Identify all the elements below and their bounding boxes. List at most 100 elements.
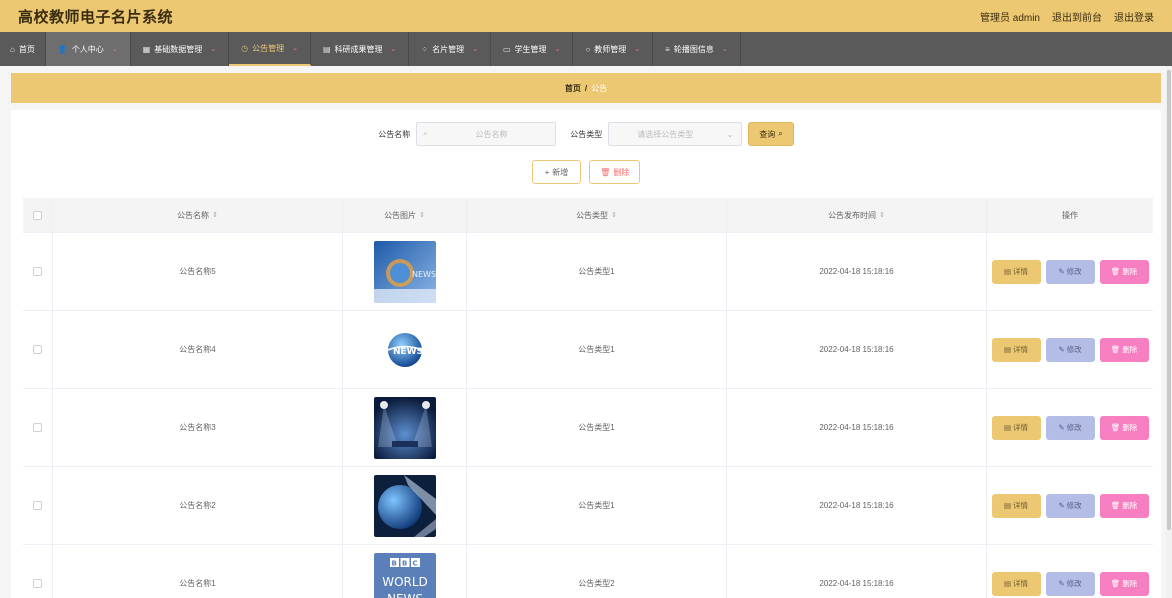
- breadcrumb-separator: /: [584, 83, 588, 93]
- actions-cell: ▤ 详情 ✎ 修改 🗑 删除: [987, 311, 1153, 388]
- delete-button[interactable]: 🗑 删除: [1099, 337, 1149, 362]
- news-studio-image[interactable]: [373, 396, 436, 459]
- name-search-label: 公告名称: [378, 129, 411, 139]
- announcement-table: 公告名称 ⇕ 公告图片 ⇕ 公告类型 ⇕ 公告发布时间 ⇕ 操作 公告名称5 NEWS …: [23, 198, 1153, 598]
- bbc-world-news-image[interactable]: B B C WORLD NEWS: [373, 552, 436, 598]
- edit-button[interactable]: ✎ 修改: [1045, 337, 1095, 362]
- main-content: 公告名称 ⌕ 公告名称 公告类型 请选择公告类型 ⌄ 查询 ⌕ + 新增 🗑 删…: [11, 110, 1161, 598]
- chevron-down-icon: ⌄: [554, 46, 561, 53]
- row-checkbox[interactable]: [33, 345, 42, 354]
- apps-icon: ⁘: [421, 44, 429, 54]
- select-all-cell: [23, 198, 53, 232]
- add-button[interactable]: + 新增: [531, 160, 582, 184]
- document-icon: ▤: [1003, 423, 1012, 432]
- chevron-down-icon: ⌄: [634, 46, 641, 53]
- table-row: 公告名称5 NEWS 公告类型1 2022-04-18 15:18:16 ▤ 详情…: [23, 233, 1153, 311]
- svg-text:WORLD: WORLD: [382, 575, 428, 589]
- news-globe-image[interactable]: NEWS: [373, 318, 436, 381]
- pencil-icon: ✎: [1058, 423, 1065, 432]
- nav-label: 名片管理: [432, 44, 465, 54]
- row-checkbox[interactable]: [33, 423, 42, 432]
- detail-button[interactable]: ▤ 详情: [991, 415, 1041, 440]
- nav-carousel[interactable]: ≡ 轮播图信息 ⌄: [653, 32, 741, 66]
- svg-text:NEWS: NEWS: [412, 270, 436, 279]
- name-search-input[interactable]: ⌕ 公告名称: [416, 122, 557, 146]
- image-cell: [343, 389, 467, 466]
- delete-button[interactable]: 🗑 删除: [1099, 571, 1149, 596]
- edit-label: 修改: [1066, 579, 1082, 588]
- document-icon: ▤: [1003, 501, 1012, 510]
- grid-icon: ▦: [142, 44, 151, 54]
- nav-research[interactable]: ▤ 科研成果管理 ⌄: [311, 32, 410, 66]
- nav-basic-data[interactable]: ▦ 基础数据管理 ⌄: [131, 32, 230, 66]
- top-actions: 管理员 admin 退出到前台 退出登录: [980, 9, 1154, 24]
- announcement-name: 公告名称2: [53, 467, 343, 544]
- column-header[interactable]: 公告名称 ⇕: [53, 198, 343, 232]
- detail-button[interactable]: ▤ 详情: [991, 493, 1041, 518]
- row-select-cell: [23, 545, 53, 598]
- row-checkbox[interactable]: [33, 267, 42, 276]
- column-header[interactable]: 公告发布时间 ⇕: [727, 198, 987, 232]
- trash-icon: 🗑: [1110, 345, 1121, 354]
- delete-label: 删除: [1122, 423, 1138, 432]
- row-select-cell: [23, 233, 53, 310]
- main-nav: ⌂ 首页 👤 个人中心 ⌄ ▦ 基础数据管理 ⌄ ◷ 公告管理 ⌄ ▤ 科研成果…: [0, 32, 1172, 66]
- row-checkbox[interactable]: [33, 501, 42, 510]
- nav-label: 教师管理: [594, 44, 627, 54]
- card-icon: ▭: [503, 44, 511, 54]
- sort-icon: ⇕: [419, 212, 425, 219]
- trash-icon: 🗑: [1110, 423, 1121, 432]
- announcement-type: 公告类型1: [467, 389, 727, 466]
- edit-button[interactable]: ✎ 修改: [1045, 259, 1095, 284]
- column-header-label: 操作: [1062, 210, 1078, 220]
- type-select[interactable]: 请选择公告类型 ⌄: [608, 122, 743, 146]
- delete-button[interactable]: 🗑 删除: [1099, 259, 1149, 284]
- row-checkbox[interactable]: [33, 579, 42, 588]
- edit-label: 修改: [1066, 267, 1082, 276]
- batch-delete-button[interactable]: 🗑 删除: [589, 160, 641, 184]
- detail-button[interactable]: ▤ 详情: [991, 259, 1041, 284]
- edit-button[interactable]: ✎ 修改: [1045, 493, 1095, 518]
- document-icon: ▤: [1003, 579, 1012, 588]
- detail-label: 详情: [1013, 267, 1029, 276]
- news-image-1[interactable]: NEWS: [373, 240, 436, 303]
- back-to-front-link[interactable]: 退出到前台: [1052, 9, 1102, 24]
- query-button[interactable]: 查询 ⌕: [748, 122, 794, 146]
- list-icon: ▤: [322, 44, 331, 54]
- column-header: 操作: [987, 198, 1153, 232]
- logout-link[interactable]: 退出登录: [1114, 9, 1154, 24]
- nav-home[interactable]: ⌂ 首页: [0, 32, 46, 66]
- chevron-down-icon: ⌄: [292, 45, 298, 52]
- nav-teacher[interactable]: ○ 教师管理 ⌄: [573, 32, 654, 66]
- scrollbar-thumb[interactable]: [1167, 70, 1171, 530]
- column-header[interactable]: 公告类型 ⇕: [467, 198, 727, 232]
- nav-student[interactable]: ▭ 学生管理 ⌄: [491, 32, 574, 66]
- row-select-cell: [23, 467, 53, 544]
- table-row: 公告名称4 NEWS 公告类型1 2022-04-18 15:18:16 ▤ 详情…: [23, 311, 1153, 389]
- delete-button[interactable]: 🗑 删除: [1099, 415, 1149, 440]
- nav-card[interactable]: ⁘ 名片管理 ⌄: [409, 32, 491, 66]
- image-cell: NEWS: [343, 233, 467, 310]
- breadcrumb-home[interactable]: 首页: [565, 83, 581, 94]
- nav-label: 学生管理: [514, 44, 547, 54]
- detail-button[interactable]: ▤ 详情: [991, 337, 1041, 362]
- edit-button[interactable]: ✎ 修改: [1045, 571, 1095, 596]
- nav-announcement[interactable]: ◷ 公告管理 ⌄: [229, 32, 311, 66]
- nav-label: 个人中心: [71, 44, 104, 54]
- select-all-checkbox[interactable]: [33, 210, 42, 220]
- pencil-icon: ✎: [1058, 345, 1065, 354]
- nav-personal-center[interactable]: 👤 个人中心 ⌄: [45, 32, 131, 66]
- column-header-label: 公告发布时间: [828, 210, 877, 220]
- sort-icon: ⇕: [879, 212, 885, 219]
- chevron-down-icon: ⌄: [390, 46, 397, 53]
- delete-button[interactable]: 🗑 删除: [1099, 493, 1149, 518]
- edit-button[interactable]: ✎ 修改: [1045, 415, 1095, 440]
- column-header[interactable]: 公告图片 ⇕: [343, 198, 467, 232]
- svg-text:C: C: [412, 559, 417, 567]
- pencil-icon: ✎: [1058, 579, 1065, 588]
- news-globe-dark-image[interactable]: [373, 474, 436, 537]
- nav-label: 公告管理: [252, 43, 285, 53]
- column-header-label: 公告名称: [177, 210, 210, 220]
- announcement-name: 公告名称4: [53, 311, 343, 388]
- detail-button[interactable]: ▤ 详情: [991, 571, 1041, 596]
